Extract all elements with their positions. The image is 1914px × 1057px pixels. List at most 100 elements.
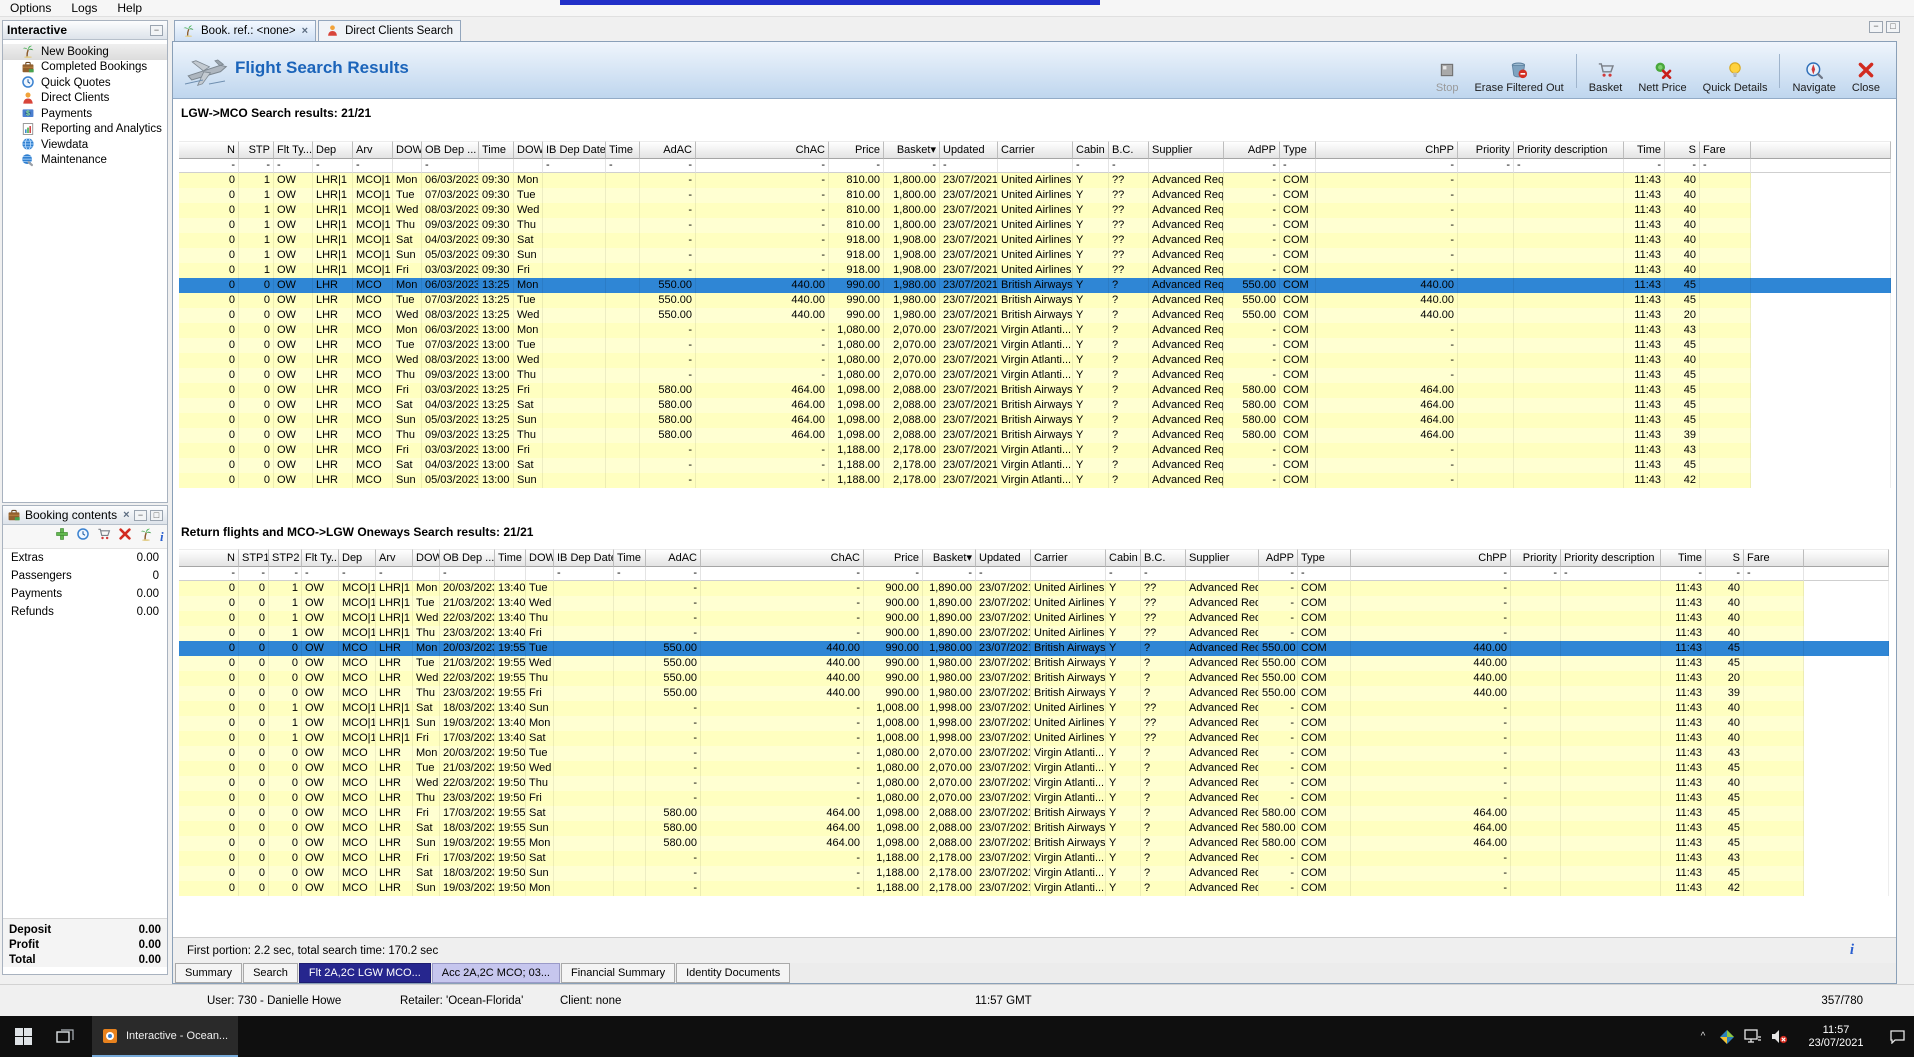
column-header[interactable]: Dep — [339, 549, 376, 567]
cell[interactable] — [514, 159, 543, 173]
column-header[interactable]: AdPP — [1259, 549, 1298, 567]
column-header[interactable]: DOW — [413, 549, 440, 567]
column-header[interactable]: Supplier — [1186, 549, 1259, 567]
cell[interactable]: - — [179, 567, 239, 581]
flight-result-row[interactable]: 001OWMCO|1LHR|1Sun19/03/202313:40Mon--1,… — [179, 716, 1889, 731]
cell[interactable]: - — [976, 567, 1031, 581]
bottom-tab[interactable]: Acc 2A,2C MCO; 03... — [432, 963, 560, 983]
cell[interactable]: - — [1224, 159, 1280, 173]
column-header[interactable]: Basket▾ — [923, 549, 976, 567]
cell[interactable]: - — [269, 567, 302, 581]
column-header[interactable]: ChPP — [1316, 141, 1458, 159]
column-header[interactable]: Time — [614, 549, 646, 567]
cell[interactable] — [1031, 567, 1106, 581]
column-header[interactable]: OB Dep ... — [422, 141, 479, 159]
sidebar-item-maintenance[interactable]: Maintenance — [3, 153, 167, 169]
flight-result-row[interactable]: 00OWLHRMCOWed08/03/202313:25Wed550.00440… — [179, 308, 1891, 323]
close-icon[interactable]: × — [302, 25, 308, 37]
column-header[interactable]: Time — [1624, 141, 1665, 159]
cell[interactable]: - — [554, 567, 614, 581]
flight-result-row[interactable]: 00OWLHRMCOFri03/03/202313:25Fri580.00464… — [179, 383, 1891, 398]
flight-result-row[interactable]: 000OWMCOLHRTue21/03/202319:50Wed--1,080.… — [179, 761, 1889, 776]
cell[interactable]: - — [923, 567, 976, 581]
flight-result-row[interactable]: 00OWLHRMCOThu09/03/202313:00Thu--1,080.0… — [179, 368, 1891, 383]
column-header[interactable]: Priority — [1511, 549, 1561, 567]
cell[interactable]: - — [543, 159, 606, 173]
flight-result-row[interactable]: 00OWLHRMCOTue07/03/202313:25Tue550.00440… — [179, 293, 1891, 308]
sidebar-item-viewdata[interactable]: Viewdata — [3, 137, 167, 153]
column-header[interactable]: DOW — [393, 141, 422, 159]
column-header[interactable]: Priority description — [1514, 141, 1624, 159]
cell[interactable] — [1149, 159, 1224, 173]
minimize-icon[interactable]: − — [1869, 21, 1883, 33]
cell[interactable]: - — [1514, 159, 1624, 173]
booking-item-extras[interactable]: Extras0.00 — [3, 549, 167, 567]
flight-result-row[interactable]: 001OWMCO|1LHR|1Tue21/03/202313:40Wed--90… — [179, 596, 1889, 611]
cell[interactable]: - — [239, 159, 274, 173]
cell[interactable]: - — [1109, 159, 1149, 173]
flight-result-row[interactable]: 000OWMCOLHRTue21/03/202319:55Wed550.0044… — [179, 656, 1889, 671]
flight-result-row[interactable]: 01OWLHR|1MCO|1Wed08/03/202309:30Wed--810… — [179, 203, 1891, 218]
cell[interactable]: - — [274, 159, 313, 173]
flight-result-row[interactable]: 000OWMCOLHRThu23/03/202319:50Fri--1,080.… — [179, 791, 1889, 806]
cell[interactable]: - — [884, 159, 940, 173]
column-header[interactable]: Time — [495, 549, 526, 567]
cell[interactable]: - — [339, 567, 376, 581]
cell[interactable]: - — [1561, 567, 1661, 581]
flight-result-row-selected[interactable]: 00OWLHRMCOMon06/03/202313:25Mon550.00440… — [179, 278, 1891, 293]
cell[interactable] — [495, 567, 526, 581]
hidden-icons-chevron[interactable]: ^ — [1692, 1016, 1714, 1057]
clock-icon[interactable] — [76, 527, 90, 546]
flight-result-row-selected[interactable]: 000OWMCOLHRMon20/03/202319:55Tue550.0044… — [179, 641, 1889, 656]
flight-result-row[interactable]: 01OWLHR|1MCO|1Thu09/03/202309:30Thu--810… — [179, 218, 1891, 233]
bottom-tab[interactable]: Summary — [175, 963, 242, 983]
sidebar-item-reporting-and-analytics[interactable]: Reporting and Analytics — [3, 122, 167, 138]
flight-result-row[interactable]: 000OWMCOLHRFri17/03/202319:55Sat580.0046… — [179, 806, 1889, 821]
flight-result-row[interactable]: 00OWLHRMCOSat04/03/202313:25Sat580.00464… — [179, 398, 1891, 413]
flight-result-row[interactable]: 000OWMCOLHRSun19/03/202319:55Mon580.0046… — [179, 836, 1889, 851]
cell[interactable]: - — [313, 159, 353, 173]
column-header[interactable]: STP2 — [269, 549, 302, 567]
column-header[interactable]: IB Dep Date — [543, 141, 606, 159]
column-header[interactable]: IB Dep Date — [554, 549, 614, 567]
cart-icon[interactable] — [97, 527, 111, 546]
cell[interactable]: - — [440, 567, 495, 581]
cell[interactable]: - — [1351, 567, 1511, 581]
column-header[interactable]: ChPP — [1351, 549, 1511, 567]
cell[interactable]: - — [353, 159, 393, 173]
sidebar-item-completed-bookings[interactable]: Completed Bookings — [3, 60, 167, 76]
flight-result-row[interactable]: 000OWMCOLHRSat18/03/202319:50Sun--1,188.… — [179, 866, 1889, 881]
cell[interactable] — [479, 159, 514, 173]
column-header[interactable]: B.C. — [1141, 549, 1186, 567]
column-header[interactable]: Cabin — [1073, 141, 1109, 159]
cell[interactable]: - — [1073, 159, 1109, 173]
cell[interactable]: - — [422, 159, 479, 173]
task-view-icon[interactable] — [46, 1016, 84, 1057]
cell[interactable]: - — [1280, 159, 1316, 173]
column-header[interactable]: ChAC — [696, 141, 829, 159]
flight-result-row[interactable]: 001OWMCO|1LHR|1Sat18/03/202313:40Sun--1,… — [179, 701, 1889, 716]
flight-result-row[interactable]: 000OWMCOLHRWed22/03/202319:55Thu550.0044… — [179, 671, 1889, 686]
menu-help[interactable]: Help — [107, 0, 152, 17]
column-header[interactable]: N — [179, 141, 239, 159]
column-header[interactable]: DOW — [514, 141, 543, 159]
bottom-tab[interactable]: Flt 2A,2C LGW MCO... — [299, 963, 431, 983]
cell[interactable]: - — [701, 567, 864, 581]
cell[interactable] — [1751, 159, 1891, 173]
booking-item-refunds[interactable]: Refunds0.00 — [3, 603, 167, 621]
column-header[interactable]: AdAC — [640, 141, 696, 159]
column-header[interactable]: N — [179, 549, 239, 567]
column-header[interactable]: Price — [829, 141, 884, 159]
column-header[interactable]: AdPP — [1224, 141, 1280, 159]
cell[interactable]: - — [614, 567, 646, 581]
volume-muted-icon[interactable] — [1766, 1016, 1792, 1057]
cell[interactable]: - — [1298, 567, 1351, 581]
column-header[interactable]: Arv — [353, 141, 393, 159]
cell[interactable]: - — [1661, 567, 1706, 581]
column-header[interactable]: Dep — [313, 141, 353, 159]
bottom-tab[interactable]: Identity Documents — [676, 963, 790, 983]
bottom-tab[interactable]: Search — [243, 963, 298, 983]
cell[interactable]: - — [1316, 159, 1458, 173]
flight-result-row[interactable]: 001OWMCO|1LHR|1Wed22/03/202313:40Thu--90… — [179, 611, 1889, 626]
column-header[interactable]: S — [1665, 141, 1700, 159]
